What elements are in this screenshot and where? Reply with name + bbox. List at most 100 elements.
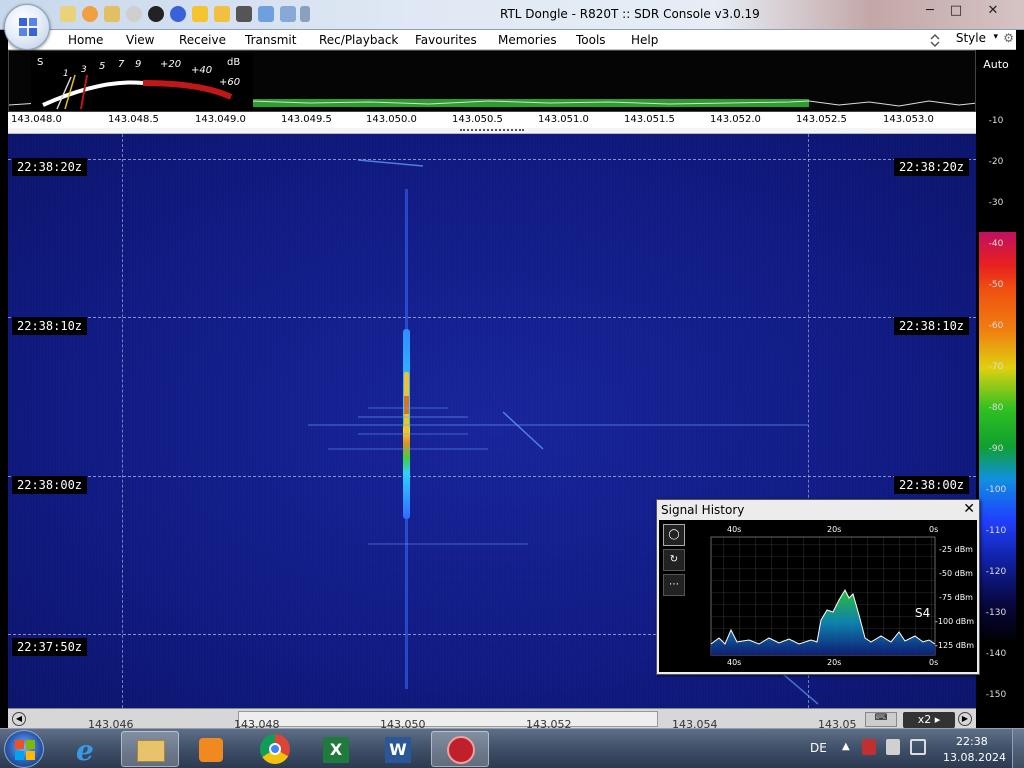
db-label: -60 [988,321,1004,331]
signal-history-close-button[interactable]: ✕ [963,501,975,517]
tray-expand-icon[interactable]: ▲ [842,741,850,752]
undo-icon[interactable] [280,6,296,22]
smeter-scale-plus20: +20 [160,59,182,70]
file-explorer-icon[interactable] [121,731,179,767]
freq-label: 143.049.5 [281,114,332,125]
db-label: -80 [988,403,1004,413]
auto-scale-button[interactable]: Auto [976,58,1016,71]
freq-label: 143.048.5 [108,114,159,125]
history-time-label: 0s [929,658,939,667]
show-desktop-button[interactable] [1012,729,1024,768]
menu-transmit[interactable]: Transmit [245,33,296,47]
style-chevron-icon[interactable]: ▾ [993,32,998,42]
app-menu-button[interactable] [4,4,50,50]
folder-icon[interactable] [104,6,120,22]
drop-icon[interactable] [258,6,274,22]
zoom-label: x2 [917,713,932,726]
chrome-icon[interactable] [246,731,304,767]
history-time-label: 20s [827,658,842,667]
home-icon[interactable] [60,6,76,22]
db-label: -10 [988,116,1004,126]
db-label: -100 [985,485,1007,495]
lifebuoy-icon[interactable] [82,6,98,22]
scroll-thumb[interactable] [238,711,658,727]
keyboard-icon[interactable]: ⌨ [865,712,897,727]
window-title: RTL Dongle - R820T :: SDR Console v3.0.1… [500,7,760,21]
freq-label: 143.049.0 [195,114,246,125]
smeter-scale-1: 1 [63,69,69,79]
s-meter: S dB 1 3 5 7 9 +20 +40 +60 [31,53,253,111]
smeter-scale-plus40: +40 [191,65,213,76]
menu-memories[interactable]: Memories [498,33,557,47]
drag-grip-icon [460,129,524,132]
history-time-label: 40s [727,525,742,534]
clock-date[interactable]: 13.08.2024 [943,751,1006,764]
play-icon[interactable] [126,6,142,22]
camera-icon[interactable] [236,6,252,22]
lock-icon[interactable] [214,6,230,22]
smeter-s-unit: S [37,57,44,68]
sdr-console-icon[interactable] [431,731,489,767]
db-label: -40 [988,239,1004,249]
tray-flag-icon[interactable] [886,739,900,755]
history-time-label: 40s [727,658,742,667]
scroll-left-icon[interactable]: ◀ [12,712,26,726]
menu-receive[interactable]: Receive [179,33,226,47]
freq-label: 143.052.0 [710,114,761,125]
freq-label: 143.051.5 [624,114,675,125]
db-label: -110 [985,526,1007,536]
maximize-button[interactable]: □ [943,2,969,20]
frequency-scrollbar[interactable]: ◀ 143.046 143.048 143.050 143.052 143.05… [8,708,976,731]
scroll-right-icon[interactable]: ▶ [958,712,972,726]
stop-icon[interactable] [148,6,164,22]
history-time-label: 20s [827,525,842,534]
freq-label: 143.052.5 [796,114,847,125]
menu-favourites[interactable]: Favourites [415,33,477,47]
menu-help[interactable]: Help [631,33,658,47]
spectrum-display[interactable]: S dB 1 3 5 7 9 +20 +40 +60 [8,50,976,112]
star-icon[interactable] [192,6,208,22]
app-window: RTL Dongle - R820T :: SDR Console v3.0.1… [0,0,1024,768]
freq-label: 143.053.0 [883,114,934,125]
menu-tools[interactable]: Tools [576,33,606,47]
menu-home[interactable]: Home [68,33,103,47]
signal-history-title: Signal History [661,503,745,517]
smeter-db-unit: dB [227,57,241,68]
smeter-scale-9: 9 [135,59,142,70]
title-bar: RTL Dongle - R820T :: SDR Console v3.0.1… [0,0,1024,30]
internet-explorer-icon[interactable]: e [62,731,120,767]
excel-icon[interactable]: X [307,731,365,767]
s-reading: S4 [915,606,931,620]
tray-app-icon[interactable] [862,739,876,755]
network-icon[interactable] [910,739,926,755]
time-tag-left: 22:38:00z [12,476,88,494]
history-dbm-label: -125 dBm [935,641,975,650]
start-button[interactable] [4,730,44,768]
history-dbm-label: -25 dBm [939,545,973,554]
close-button[interactable]: ✕ [978,2,1008,20]
time-tag-right: 22:38:20z [894,158,970,176]
settings-gear-icon[interactable]: ⚙ [1003,31,1014,45]
minimize-button[interactable]: ─ [917,2,943,20]
clock-time[interactable]: 22:38 [956,735,988,748]
menu-rec-playback[interactable]: Rec/Playback [319,33,398,47]
menu-view[interactable]: View [126,33,154,47]
time-tag-left: 22:38:10z [12,317,88,335]
signal-history-chart: ◯ ↻ ⋯ 40s 20s 0s 40s 20s 0s -25 dBm -50 … [659,520,977,672]
language-indicator[interactable]: DE [810,741,827,755]
style-menu[interactable]: Style [956,31,986,45]
zoom-button[interactable]: x2 ▸ [903,712,955,728]
media-player-icon[interactable] [182,731,240,767]
db-label: -120 [985,567,1007,577]
style-icon[interactable] [929,32,941,48]
signal-history-window[interactable]: Signal History ✕ ◯ ↻ ⋯ 40s 20s 0s 40s 20… [656,499,980,675]
add-icon[interactable] [170,6,186,22]
history-time-label: 0s [929,525,939,534]
chevron-down-icon[interactable] [300,6,310,22]
frequency-scale[interactable]: 143.048.0 143.048.5 143.049.0 143.049.5 … [8,112,976,128]
time-tag-right: 22:38:10z [894,317,970,335]
db-label: -30 [988,198,1004,208]
smeter-scale-7: 7 [118,59,125,70]
db-label: -130 [985,608,1007,618]
word-icon[interactable]: W [369,731,427,767]
